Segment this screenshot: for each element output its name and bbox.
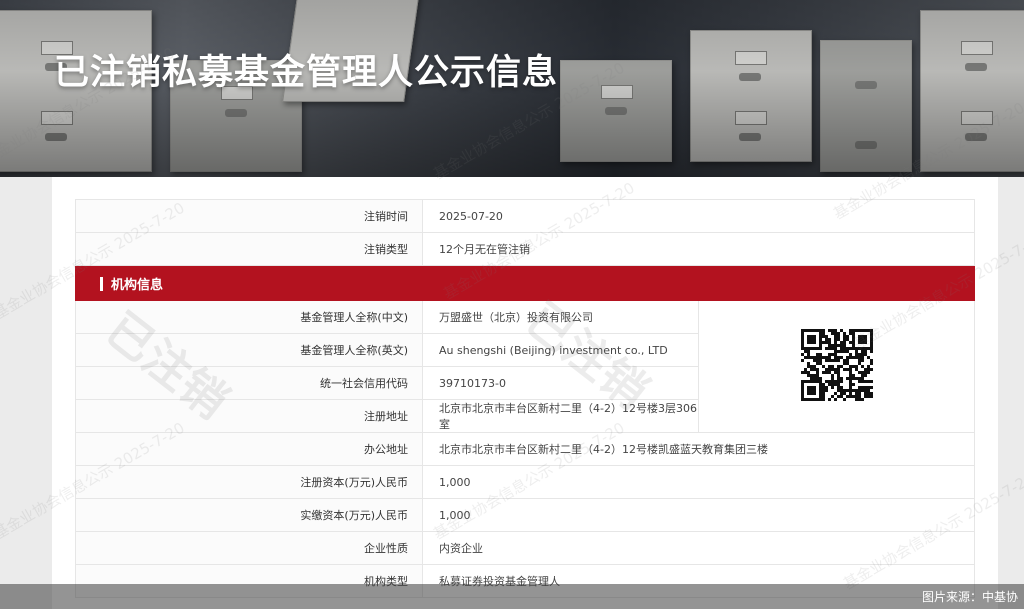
row-value: 内资企业 <box>422 531 975 565</box>
row-value: Au shengshi (Beijing) investment co., LT… <box>422 333 699 367</box>
row-label: 基金管理人全称(中文) <box>75 300 423 334</box>
row-value: 万盟盛世（北京）投资有限公司 <box>422 300 699 334</box>
row-label: 企业性质 <box>75 531 423 565</box>
row-label: 实缴资本(万元)人民币 <box>75 498 423 532</box>
row-label: 注册资本(万元)人民币 <box>75 465 423 499</box>
table-row: 基金管理人全称(中文) 万盟盛世（北京）投资有限公司 <box>75 300 975 433</box>
page-title: 已注销私募基金管理人公示信息 <box>54 53 559 93</box>
info-card: 注销时间 2025-07-20 注销类型 12个月无在管注销 机构信息 基金管理… <box>52 177 998 609</box>
row-value: 1,000 <box>422 465 975 499</box>
row-label: 统一社会信用代码 <box>75 366 423 400</box>
section-bar-icon <box>100 276 103 291</box>
row-value: 12个月无在管注销 <box>422 232 975 266</box>
table-row: 办公地址 北京市北京市丰台区新村二里（4-2）12号楼凯盛蓝天教育集团三楼 <box>75 432 975 466</box>
row-label: 注册地址 <box>75 399 423 433</box>
image-source-caption: 图片来源：中基协 <box>921 590 1018 604</box>
table-row: 注销时间 2025-07-20 <box>75 199 975 233</box>
table-row: 企业性质 内资企业 <box>75 531 975 565</box>
table-row: 实缴资本(万元)人民币 1,000 <box>75 498 975 532</box>
row-value: 2025-07-20 <box>422 199 975 233</box>
qr-code-cell <box>698 300 975 433</box>
row-value: 北京市北京市丰台区新村二里（4-2）12号楼凯盛蓝天教育集团三楼 <box>422 432 975 466</box>
section-title: 机构信息 <box>111 277 164 293</box>
row-label: 基金管理人全称(英文) <box>75 333 423 367</box>
qr-code-icon[interactable] <box>800 329 873 401</box>
row-value: 39710173-0 <box>422 366 699 400</box>
row-value: 北京市北京市丰台区新村二里（4-2）12号楼3层306室 <box>422 399 699 433</box>
row-label: 注销时间 <box>75 199 423 233</box>
caption-bar: 图片来源：中基协 <box>0 584 1024 609</box>
info-table: 注销时间 2025-07-20 注销类型 12个月无在管注销 机构信息 基金管理… <box>75 199 975 598</box>
table-row: 注销类型 12个月无在管注销 <box>75 232 975 266</box>
hero-banner: 已注销私募基金管理人公示信息 <box>0 0 1024 177</box>
section-header: 机构信息 <box>75 265 975 301</box>
table-row: 注册资本(万元)人民币 1,000 <box>75 465 975 499</box>
row-label: 办公地址 <box>75 432 423 466</box>
row-value: 1,000 <box>422 498 975 532</box>
row-label: 注销类型 <box>75 232 423 266</box>
